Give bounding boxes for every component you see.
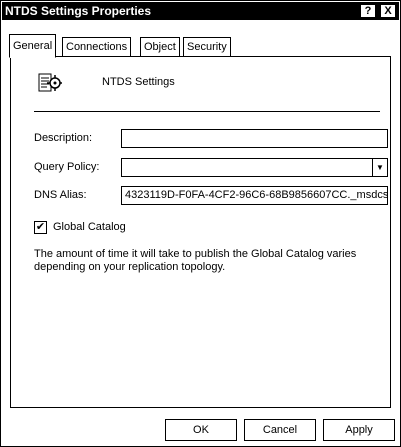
help-button[interactable]: ? xyxy=(360,4,376,18)
ok-button[interactable]: OK xyxy=(165,419,237,441)
cancel-button[interactable]: Cancel xyxy=(244,419,316,441)
global-catalog-label[interactable]: Global Catalog xyxy=(53,221,126,233)
close-button[interactable]: X xyxy=(380,4,396,18)
title-bar: NTDS Settings Properties ? X xyxy=(2,2,399,20)
tab-connections[interactable]: Connections xyxy=(62,37,132,57)
description-field[interactable] xyxy=(121,129,388,148)
ntds-settings-icon xyxy=(37,71,63,95)
description-label: Description: xyxy=(34,132,93,144)
dns-alias-label: DNS Alias: xyxy=(34,189,87,201)
tab-security[interactable]: Security xyxy=(183,37,231,57)
global-catalog-note: The amount of time it will take to publi… xyxy=(34,248,357,273)
window-title: NTDS Settings Properties xyxy=(5,4,152,18)
global-catalog-checkbox[interactable]: ✔ xyxy=(34,221,47,234)
query-policy-select[interactable]: ▼ xyxy=(121,158,388,177)
dns-alias-field[interactable]: 4323119D-F0FA-4CF2-96C6-68B9856607CC._ms… xyxy=(121,186,388,205)
tab-general[interactable]: General xyxy=(9,34,57,58)
properties-dialog: NTDS Settings Properties ? X General Con… xyxy=(0,0,401,447)
apply-button[interactable]: Apply xyxy=(323,419,395,441)
chevron-down-icon[interactable]: ▼ xyxy=(372,159,387,176)
object-name: NTDS Settings xyxy=(102,76,175,88)
query-policy-label: Query Policy: xyxy=(34,161,100,173)
general-tab-panel: NTDS Settings Description: Query Policy:… xyxy=(10,56,391,408)
tab-object[interactable]: Object xyxy=(140,37,180,57)
separator xyxy=(34,111,380,112)
